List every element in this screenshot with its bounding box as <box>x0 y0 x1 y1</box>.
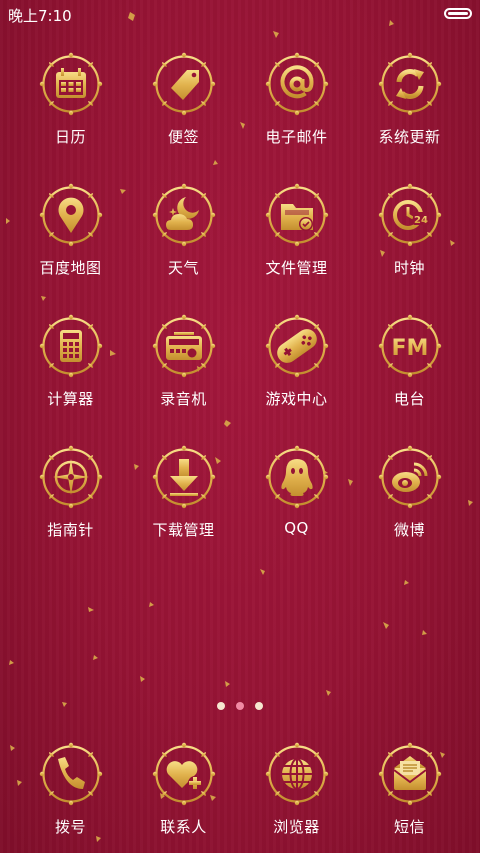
phone-icon <box>39 742 103 806</box>
app-gamepad[interactable]: 游戏中心 <box>240 314 353 445</box>
app-label: 微博 <box>393 521 425 539</box>
page-dot[interactable] <box>217 702 225 710</box>
tag-icon <box>152 52 216 116</box>
app-qq-penguin[interactable]: QQ <box>240 445 353 576</box>
app-weibo[interactable]: 微博 <box>353 445 466 576</box>
app-label: 联系人 <box>160 818 207 836</box>
app-label: QQ <box>284 519 309 537</box>
status-time: 晚上7:10 <box>8 7 72 25</box>
radio-recorder-icon <box>152 314 216 378</box>
app-map-pin[interactable]: 百度地图 <box>14 183 127 314</box>
qq-penguin-icon <box>265 445 329 509</box>
fm-radio-icon: FM <box>378 314 442 378</box>
app-refresh[interactable]: 系统更新 <box>353 52 466 183</box>
app-contact-heart[interactable]: 联系人 <box>127 742 240 837</box>
app-at-sign[interactable]: 电子邮件 <box>240 52 353 183</box>
envelope-icon <box>378 742 442 806</box>
app-folder[interactable]: 文件管理 <box>240 183 353 314</box>
folder-icon <box>265 183 329 247</box>
app-label: 电子邮件 <box>265 128 328 146</box>
app-compass[interactable]: 指南针 <box>14 445 127 576</box>
app-tag[interactable]: 便签 <box>127 52 240 183</box>
refresh-icon <box>378 52 442 116</box>
app-label: 便签 <box>167 128 199 146</box>
calculator-icon <box>39 314 103 378</box>
app-label: 录音机 <box>160 390 207 408</box>
app-label: 日历 <box>54 128 86 146</box>
app-label: 计算器 <box>47 390 94 408</box>
app-label: 浏览器 <box>273 818 320 836</box>
app-label: 下载管理 <box>152 521 215 539</box>
app-calculator[interactable]: 计算器 <box>14 314 127 445</box>
app-label: 系统更新 <box>378 128 441 146</box>
weibo-icon <box>378 445 442 509</box>
clock-24-icon: 24 <box>378 183 442 247</box>
app-radio-recorder[interactable]: 录音机 <box>127 314 240 445</box>
app-weather-moon-cloud[interactable]: 天气 <box>127 183 240 314</box>
page-dot[interactable] <box>255 702 263 710</box>
app-label: 短信 <box>393 818 425 836</box>
app-label: 游戏中心 <box>265 390 328 408</box>
status-bar: 晚上7:10 <box>0 0 480 28</box>
app-phone[interactable]: 拨号 <box>14 742 127 837</box>
app-label: 时钟 <box>393 259 425 277</box>
app-label: 文件管理 <box>265 259 328 277</box>
svg-text:FM: FM <box>391 336 428 361</box>
compass-icon <box>39 445 103 509</box>
app-grid: 日历 便签 电子邮件 系统更新 百度地图 天气 文件管理 24 时钟 计算器 录音… <box>14 52 466 576</box>
page-dot-active[interactable] <box>236 702 244 710</box>
globe-icon <box>265 742 329 806</box>
download-arrow-icon <box>152 445 216 509</box>
weather-moon-cloud-icon <box>152 183 216 247</box>
app-download-arrow[interactable]: 下载管理 <box>127 445 240 576</box>
app-label: 电台 <box>393 390 425 408</box>
app-clock-24[interactable]: 24 时钟 <box>353 183 466 314</box>
map-pin-icon <box>39 183 103 247</box>
app-fm-radio[interactable]: FM 电台 <box>353 314 466 445</box>
app-envelope[interactable]: 短信 <box>353 742 466 837</box>
app-label: 指南针 <box>47 521 94 539</box>
calendar-icon <box>39 52 103 116</box>
app-calendar[interactable]: 日历 <box>14 52 127 183</box>
svg-text:24: 24 <box>414 215 428 226</box>
at-sign-icon <box>265 52 329 116</box>
gamepad-icon <box>265 314 329 378</box>
battery-icon <box>444 8 472 19</box>
app-globe[interactable]: 浏览器 <box>240 742 353 837</box>
app-label: 天气 <box>167 259 199 277</box>
dock: 拨号 联系人 浏览器 短信 <box>14 742 466 837</box>
contact-heart-icon <box>152 742 216 806</box>
app-label: 拨号 <box>54 818 86 836</box>
page-indicator <box>0 702 480 710</box>
app-label: 百度地图 <box>39 259 102 277</box>
